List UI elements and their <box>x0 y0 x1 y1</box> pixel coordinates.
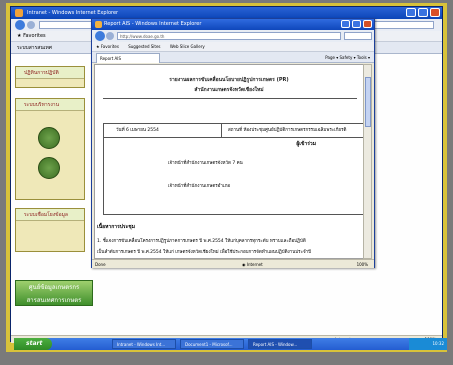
star-icon[interactable]: ★ <box>11 33 21 39</box>
system-tray: 10:32 <box>409 338 447 350</box>
report-browser-window: Report AIS - Windows Internet Explorer h… <box>91 18 375 268</box>
fw-status-bar: Done ◉ Internet 100% <box>92 259 374 268</box>
forward-icon[interactable] <box>106 32 114 40</box>
clock[interactable]: 10:32 <box>432 341 444 346</box>
content-line: 1. ชี้แจงการขับเคลื่อนโครงการปฏิรูปภาคกา… <box>97 239 306 244</box>
sidebar-box-calendar: ปฏิทินการปฏิบัติ <box>15 66 85 88</box>
status-text: Done <box>95 262 106 267</box>
back-icon[interactable] <box>95 31 105 41</box>
fw-favorites-bar: ★ Favorites Suggested Sites Web Slice Ga… <box>92 42 374 52</box>
close-icon[interactable] <box>430 8 440 17</box>
web-slice-link[interactable]: Web Slice Gallery <box>162 44 205 49</box>
status-zone: ◉ Internet <box>242 260 263 269</box>
sidebar: ปฏิทินการปฏิบัติ ระบบบริหารงาน ระบบเชื่อ… <box>15 54 93 324</box>
leaf-icon[interactable] <box>38 127 60 149</box>
attendees-heading: ผู้เข้าร่วม <box>296 141 316 147</box>
banner-line-2: สารสนเทศการเกษตร <box>26 297 82 304</box>
sidebar-box-head[interactable]: ปฏิทินการปฏิบัติ <box>16 67 84 79</box>
sidebar-box-link: ระบบเชื่อมโยงข้อมูล <box>15 208 85 252</box>
content-line: เป็นลำดับการเกษตร ปี พ.ศ.2554 ให้แก่ เกษ… <box>97 250 312 255</box>
banner-line-1: ศูนย์ข้อมูลเกษตรกร <box>28 284 80 291</box>
table-row: วันที่ 6 เมษายน 2554 สถานที่ ห้องประชุมศ… <box>104 124 363 138</box>
fw-window-title: Report AIS - Windows Internet Explorer <box>104 21 202 27</box>
fw-tab-bar: Report AIS Page ▾ Safety ▾ Tools ▾ <box>92 52 374 63</box>
taskbar-item-active[interactable]: Report AIS - Window... <box>248 339 312 349</box>
taskbar-item[interactable]: Document1 - Microsof... <box>180 339 244 349</box>
meeting-info-table: วันที่ 6 เมษายน 2554 สถานที่ ห้องประชุมศ… <box>103 123 363 215</box>
doc-title-2: สำนักงานเกษตรจังหวัดเชียงใหม่ <box>194 87 264 93</box>
minimize-icon[interactable] <box>341 20 350 28</box>
doc-title-1: รายงานผลการขับเคลื่อนนโยบายปฏิรูปการเกษต… <box>169 77 289 83</box>
search-input[interactable] <box>344 32 372 40</box>
taskbar: start Intranet - Windows Int... Document… <box>14 338 447 350</box>
bg-tab-label[interactable]: ระบบสารสนเทศ <box>11 45 52 51</box>
leaf-icon[interactable] <box>38 157 60 179</box>
bg-favorites-label[interactable]: Favorites <box>23 33 46 39</box>
forward-icon[interactable] <box>27 21 35 29</box>
suggested-sites-link[interactable]: Suggested Sites <box>120 44 160 49</box>
ie-icon <box>15 9 23 17</box>
report-document: รายงานผลการขับเคลื่อนนโยบายปฏิรูปการเกษต… <box>94 64 364 259</box>
sidebar-box-management: ระบบบริหารงาน <box>15 98 85 200</box>
vertical-scrollbar[interactable] <box>363 64 372 259</box>
sidebar-box-head[interactable]: ระบบบริหารงาน <box>16 99 84 111</box>
status-zoom[interactable]: 100% <box>357 260 368 269</box>
attendee-line: เจ้าหน้าที่สำนักงานเกษตรอำเภอ <box>168 184 231 189</box>
maximize-icon[interactable] <box>352 20 361 28</box>
bg-window-title: Intranet - Windows Internet Explorer <box>27 10 119 16</box>
command-bar[interactable]: Page ▾ Safety ▾ Tools ▾ <box>325 52 370 63</box>
divider <box>103 98 357 99</box>
sidebar-box-head[interactable]: ระบบเชื่อมโยงข้อมูล <box>16 209 84 221</box>
start-button[interactable]: start <box>14 338 52 350</box>
attendee-line: เจ้าหน้าที่สำนักงานเกษตรจังหวัด 7 คน <box>168 161 243 166</box>
tab-report-ais[interactable]: Report AIS <box>96 53 160 63</box>
status-zone-label: Internet <box>246 262 263 267</box>
fw-address-bar: http://www.doae.go.th <box>92 30 374 42</box>
date-cell: วันที่ 6 เมษายน 2554 <box>104 124 222 138</box>
back-icon[interactable] <box>15 20 25 30</box>
minimize-icon[interactable] <box>406 8 416 17</box>
fw-favorites-label[interactable]: Favorites <box>101 44 119 49</box>
scroll-thumb[interactable] <box>365 77 371 127</box>
ie-icon <box>95 21 102 28</box>
place-cell: สถานที่ ห้องประชุมศูนย์ปฏิบัติการเกษตรกร… <box>228 128 347 133</box>
farmer-info-banner[interactable]: ศูนย์ข้อมูลเกษตรกร สารสนเทศการเกษตร <box>15 280 93 306</box>
maximize-icon[interactable] <box>418 8 428 17</box>
section-heading: เนื้อหาการประชุม <box>97 224 135 230</box>
taskbar-item[interactable]: Intranet - Windows Int... <box>112 339 176 349</box>
tab-label: Report AIS <box>100 56 121 61</box>
fw-address-input[interactable]: http://www.doae.go.th <box>117 32 341 40</box>
fw-title-bar: Report AIS - Windows Internet Explorer <box>92 19 374 30</box>
close-icon[interactable] <box>363 20 372 28</box>
